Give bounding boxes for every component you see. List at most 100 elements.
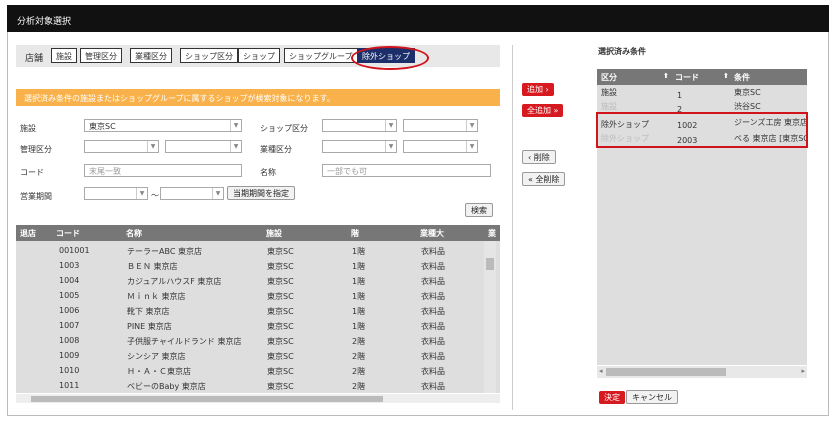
cell-floor: 2階 xyxy=(352,382,366,391)
window-titlebar: 分析対象選択 xyxy=(7,5,829,32)
cell-gyoshu: 衣料品 xyxy=(421,247,445,256)
code-input[interactable]: 末尾一致 xyxy=(84,164,242,177)
kanri-kubun-select-2[interactable]: ▼ xyxy=(165,140,242,153)
highlight-ellipse xyxy=(351,46,429,70)
gyoshu-kubun-select-1[interactable]: ▼ xyxy=(322,140,397,153)
col-kubun[interactable]: 区分 xyxy=(601,72,617,83)
col-gyoshu-dai[interactable]: 業種大 xyxy=(420,228,444,239)
table-row[interactable]: 1004 カジュアルハウスF 東京店 東京SC 1階 衣料品 xyxy=(16,273,484,288)
col-name[interactable]: 名称 xyxy=(126,228,142,239)
cell-gyoshu: 衣料品 xyxy=(421,262,445,271)
sort-arrow-icon[interactable]: ⬆ xyxy=(723,72,729,80)
chevron-down-icon: ▼ xyxy=(147,141,158,152)
cell-facility: 東京SC xyxy=(267,277,294,286)
table-row[interactable]: 1007 PINE 東京店 東京SC 1階 衣料品 xyxy=(16,318,484,333)
cell-name: Ｈ・Ａ・Ｃ東京店 xyxy=(127,367,191,376)
chevron-down-icon: ▼ xyxy=(230,141,241,152)
cancel-button[interactable]: キャンセル xyxy=(626,390,678,404)
add-all-button[interactable]: 全追加 » xyxy=(522,104,564,117)
table-row[interactable]: 1011 ベビーのBaby 東京店 東京SC 2階 衣料品 xyxy=(16,378,484,393)
col-code[interactable]: コード xyxy=(56,228,80,239)
cell-name: 子供服チャイルドランド 東京店 xyxy=(127,337,242,346)
shop-kubun-select-1[interactable]: ▼ xyxy=(322,119,397,132)
chevron-down-icon: ▼ xyxy=(136,188,147,199)
facility-select[interactable]: 東京SC ▼ xyxy=(84,119,242,132)
notice-banner: 選択済み条件の施設またはショップグループに属するショップが検索対象になります。 xyxy=(16,89,500,106)
table-row[interactable]: 1006 靴下 東京店 東京SC 1階 衣料品 xyxy=(16,303,484,318)
remove-button[interactable]: ‹ 削除 xyxy=(522,150,556,164)
cell-name: ＢＥＮ 東京店 xyxy=(127,262,178,271)
selected-conditions-title: 選択済み条件 xyxy=(598,47,646,56)
cell-facility: 東京SC xyxy=(267,292,294,301)
current-period-button[interactable]: 当期期間を指定 xyxy=(227,186,295,200)
code-label: コード xyxy=(20,168,44,177)
period-separator: ～ xyxy=(151,191,159,200)
cell-gyoshu: 衣料品 xyxy=(421,322,445,331)
window-title: 分析対象選択 xyxy=(17,17,72,27)
scroll-right-icon[interactable]: ▸ xyxy=(801,367,805,375)
name-input[interactable]: 一部でも可 xyxy=(322,164,491,177)
tab-shop-group[interactable]: ショップグループ xyxy=(284,48,358,63)
cell-floor: 1階 xyxy=(352,247,366,256)
gyoshu-kubun-label: 業種区分 xyxy=(260,145,292,154)
cell-facility: 東京SC xyxy=(267,247,294,256)
period-start-select[interactable]: ▼ xyxy=(84,187,148,200)
result-horizontal-scroll-thumb[interactable] xyxy=(31,396,383,402)
kanri-kubun-select-1[interactable]: ▼ xyxy=(84,140,159,153)
cell-gyoshu: 衣料品 xyxy=(421,277,445,286)
cell-name: テーラーABC 東京店 xyxy=(127,247,202,256)
table-row[interactable]: 1005 Ｍｉｎｋ 東京店 東京SC 1階 衣料品 xyxy=(16,288,484,303)
shop-kubun-select-2[interactable]: ▼ xyxy=(403,119,478,132)
highlight-rectangle xyxy=(596,112,808,148)
chevron-down-icon: ▼ xyxy=(385,120,396,131)
cell-name: シンシア 東京店 xyxy=(127,352,186,361)
cell-floor: 1階 xyxy=(352,307,366,316)
col-taiten[interactable]: 退店 xyxy=(20,228,36,239)
result-grid-header: 退店 コード 名称 施設 階 業種大 業 xyxy=(16,225,500,241)
tab-shop-kubun[interactable]: ショップ区分 xyxy=(180,48,238,63)
table-row[interactable]: 001001 テーラーABC 東京店 東京SC 1階 衣料品 xyxy=(16,243,484,258)
col-facility[interactable]: 施設 xyxy=(266,228,282,239)
cell-gyoshu: 衣料品 xyxy=(421,307,445,316)
tab-shop[interactable]: ショップ xyxy=(238,48,280,63)
tab-kanri-kubun[interactable]: 管理区分 xyxy=(80,48,122,63)
cell-facility: 東京SC xyxy=(267,337,294,346)
col-gyo[interactable]: 業 xyxy=(488,228,496,239)
table-row[interactable]: 1008 子供服チャイルドランド 東京店 東京SC 2階 衣料品 xyxy=(16,333,484,348)
table-row[interactable]: 1003 ＢＥＮ 東京店 東京SC 1階 衣料品 xyxy=(16,258,484,273)
remove-all-button[interactable]: « 全削除 xyxy=(522,172,566,186)
cell-name: カジュアルハウスF 東京店 xyxy=(127,277,222,286)
tab-gyoshu-kubun[interactable]: 業種区分 xyxy=(130,48,172,63)
facility-label: 施設 xyxy=(20,124,36,133)
cell-code: 1 xyxy=(677,91,683,100)
panel-divider xyxy=(512,45,513,410)
search-button[interactable]: 検索 xyxy=(465,203,493,217)
table-row[interactable]: 1010 Ｈ・Ａ・Ｃ東京店 東京SC 2階 衣料品 xyxy=(16,363,484,378)
cell-facility: 東京SC xyxy=(267,352,294,361)
sort-arrow-icon[interactable]: ⬆ xyxy=(663,72,669,80)
scroll-left-icon[interactable]: ◂ xyxy=(599,367,603,375)
result-vertical-scroll-thumb[interactable] xyxy=(486,258,494,270)
col-condition[interactable]: 条件 xyxy=(734,72,750,83)
add-button[interactable]: 追加 › xyxy=(522,83,554,96)
gyoshu-kubun-select-2[interactable]: ▼ xyxy=(403,140,478,153)
cell-floor: 2階 xyxy=(352,352,366,361)
cell-code: 1005 xyxy=(59,291,80,300)
cell-name: 靴下 東京店 xyxy=(127,307,170,316)
cell-facility: 東京SC xyxy=(267,322,294,331)
ok-button[interactable]: 決定 xyxy=(599,391,625,404)
tab-facility[interactable]: 施設 xyxy=(51,48,77,63)
cell-facility: 東京SC xyxy=(267,382,294,391)
selected-horizontal-scroll-thumb[interactable] xyxy=(606,368,726,376)
cell-condition: 東京SC xyxy=(734,88,761,97)
col-selected-code[interactable]: コード xyxy=(675,72,699,83)
col-floor[interactable]: 階 xyxy=(351,228,359,239)
table-row[interactable]: 1009 シンシア 東京店 東京SC 2階 衣料品 xyxy=(16,348,484,363)
cell-code: 1006 xyxy=(59,306,80,315)
period-end-select[interactable]: ▼ xyxy=(160,187,224,200)
cell-code: 1008 xyxy=(59,336,80,345)
selected-grid-header: 区分 ⬆ コード ⬆ 条件 xyxy=(597,69,807,85)
cell-kubun: 施設 xyxy=(601,102,617,111)
period-label: 営業期間 xyxy=(20,192,52,201)
cell-gyoshu: 衣料品 xyxy=(421,337,445,346)
